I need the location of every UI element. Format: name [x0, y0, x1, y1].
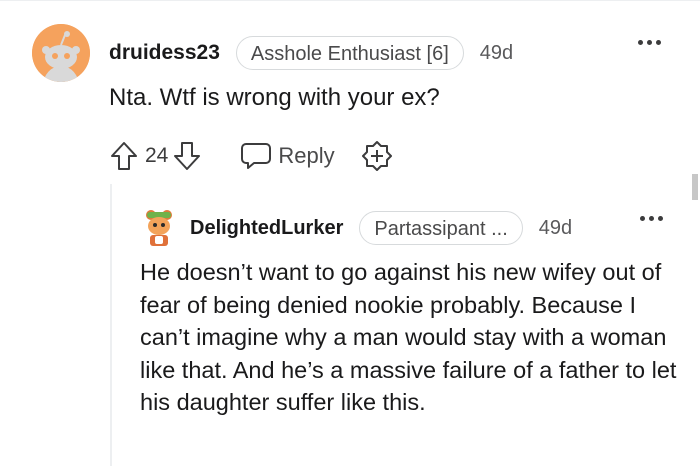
speech-bubble-icon [240, 141, 272, 171]
downvote-icon[interactable] [172, 140, 202, 172]
user-avatar[interactable] [32, 24, 90, 82]
reply-button[interactable]: Reply [240, 141, 335, 171]
timestamp: 49d [479, 41, 514, 64]
timestamp: 49d [538, 216, 573, 239]
top-divider [0, 0, 700, 1]
comment-header: DelightedLurker Partassipant ... 49d [190, 211, 572, 245]
user-flair: Asshole Enthusiast [6] [235, 36, 464, 70]
scrollbar-thumb[interactable] [692, 174, 698, 200]
reply-label: Reply [278, 143, 335, 168]
comment-body: He doesn’t want to go against his new wi… [140, 259, 677, 415]
comment-actions: 24 Reply [109, 138, 393, 174]
snoo-avatar-icon [32, 24, 90, 82]
thread-line[interactable] [110, 184, 112, 466]
comment-header: druidess23 Asshole Enthusiast [6] 49d [109, 36, 513, 70]
vote-count: 24 [145, 144, 169, 167]
upvote-icon[interactable] [109, 140, 139, 172]
username[interactable]: DelightedLurker [190, 217, 343, 240]
more-options-icon[interactable] [640, 216, 663, 221]
comment-body: Nta. Wtf is wrong with your ex? [109, 84, 440, 111]
award-plus-icon[interactable] [361, 140, 393, 172]
cartoon-avatar-icon [146, 210, 172, 246]
username[interactable]: druidess23 [109, 41, 220, 65]
user-avatar[interactable] [142, 208, 176, 248]
more-options-icon[interactable] [638, 40, 661, 45]
user-flair: Partassipant ... [359, 211, 523, 245]
